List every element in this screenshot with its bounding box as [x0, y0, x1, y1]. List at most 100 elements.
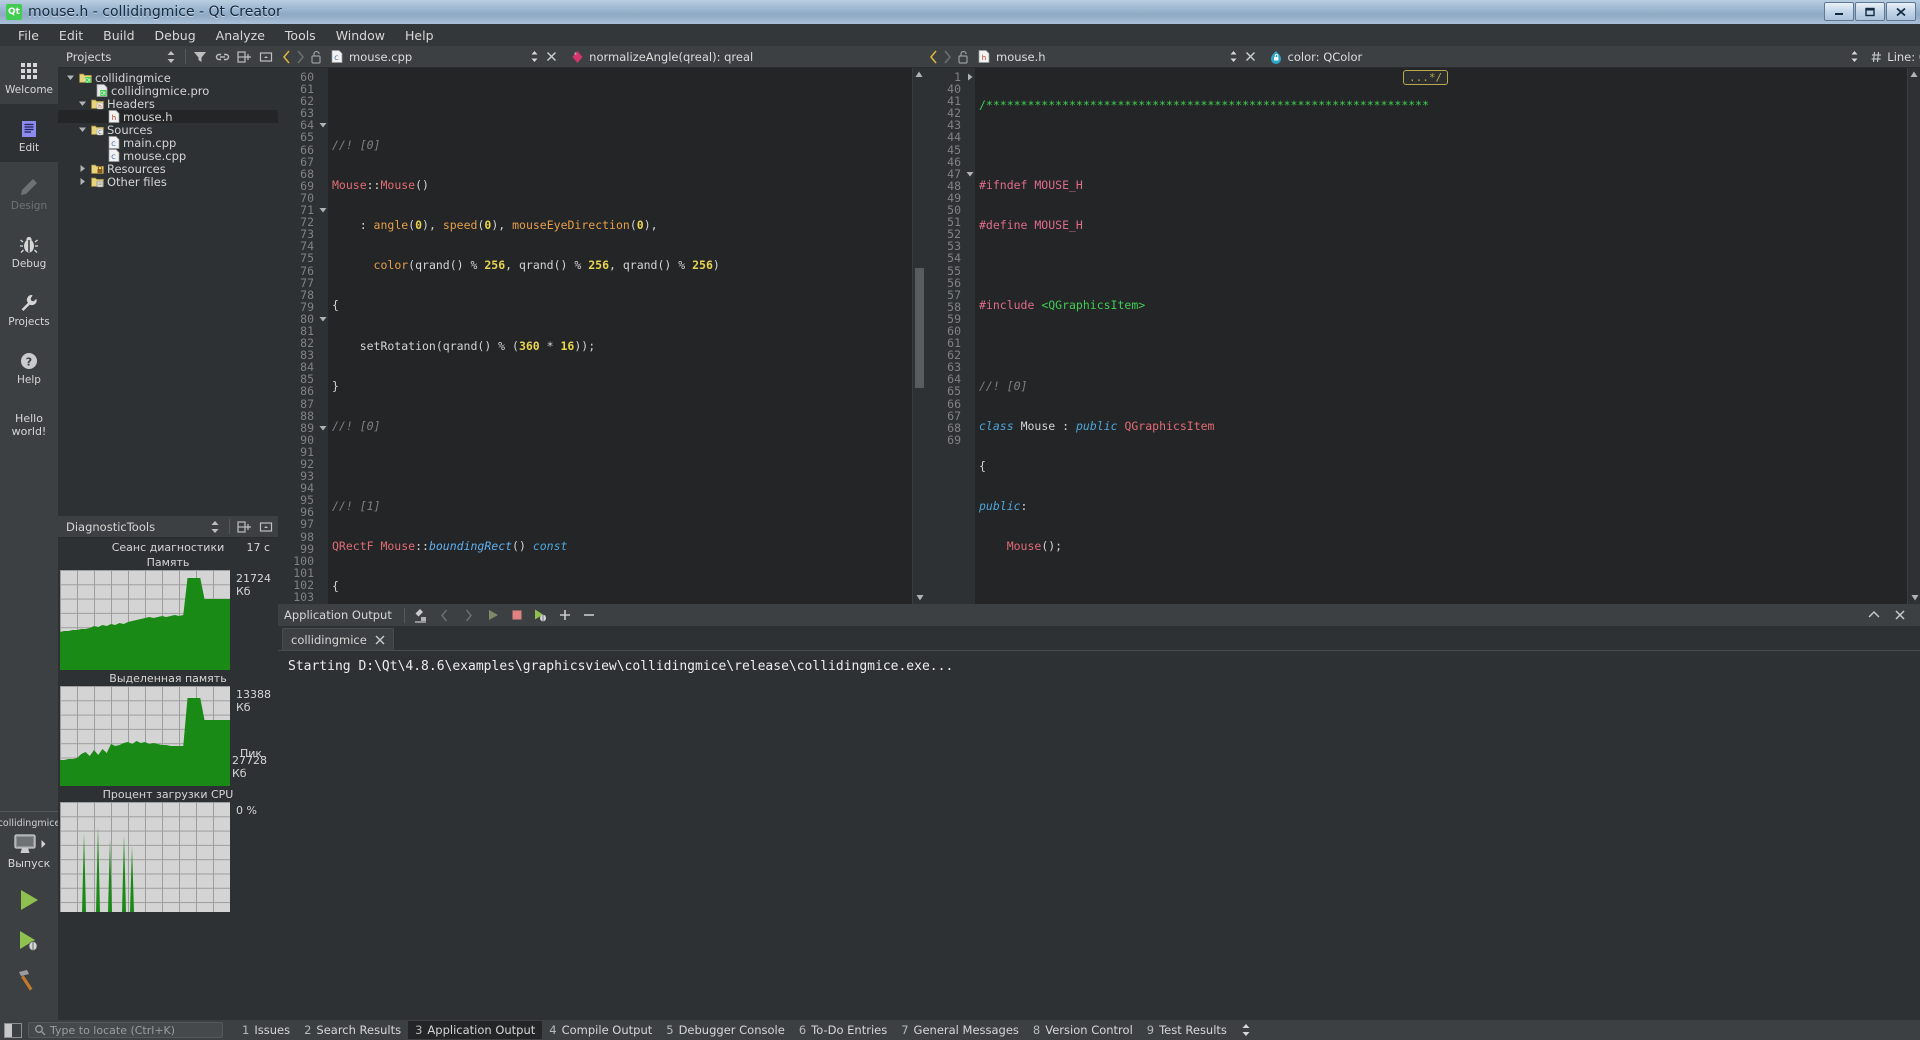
kit-selector[interactable]: collidingmice Выпуск — [0, 811, 60, 1000]
close-pane-icon[interactable] — [1892, 607, 1908, 623]
next-item-icon[interactable] — [461, 607, 477, 623]
editor-left-symbol-combo[interactable]: s normalizeAngle(qreal): qreal — [567, 48, 982, 66]
editor-left-area[interactable]: 60 61 62 63 64 65 66 67 68 69 70 71 72 73 74 75 76 77 78 7… — [278, 68, 925, 604]
status-item-application-output[interactable]: 3 Application Output — [408, 1021, 543, 1039]
editor-right-fold-column[interactable] — [965, 68, 975, 604]
scroll-up-arrow[interactable] — [1908, 68, 1920, 81]
tree-item-resources[interactable]: Resources — [58, 162, 278, 176]
split-add-icon[interactable] — [236, 49, 252, 65]
tree-item-mouse-cpp[interactable]: C mouse.cpp — [58, 149, 278, 163]
menu-analyze[interactable]: Analyze — [206, 26, 275, 45]
status-item-compile-output[interactable]: 4 Compile Output — [542, 1021, 659, 1039]
editor-right-scrollbar[interactable] — [1907, 68, 1920, 604]
editor-left-fold-column[interactable] — [318, 68, 328, 604]
chevron-right-icon[interactable] — [296, 49, 305, 65]
close-pane-icon[interactable] — [258, 49, 274, 65]
link-icon[interactable] — [214, 49, 230, 65]
close-icon[interactable] — [546, 49, 557, 65]
chevron-left-icon[interactable] — [929, 49, 938, 65]
run-button[interactable] — [16, 887, 42, 913]
close-pane-icon[interactable] — [258, 519, 274, 535]
clear-output-icon[interactable] — [413, 607, 429, 623]
minimize-button[interactable] — [1824, 2, 1854, 21]
editor-left-code[interactable]: //! [0] Mouse::Mouse() : angle(0), speed… — [328, 68, 925, 604]
zoom-in-icon[interactable] — [557, 607, 573, 623]
kit-target[interactable] — [12, 833, 47, 855]
run-icon[interactable] — [485, 607, 501, 623]
scroll-thumb[interactable] — [915, 268, 924, 388]
status-item-issues[interactable]: 1 Issues — [235, 1021, 297, 1039]
twisty-down-icon[interactable] — [76, 98, 88, 110]
tree-item-mouse-h[interactable]: h mouse.h — [58, 110, 278, 124]
chevron-updown-icon[interactable] — [530, 50, 539, 64]
tree-item-main-cpp[interactable]: C main.cpp — [58, 136, 278, 150]
locator-input[interactable]: Type to locate (Ctrl+K) — [28, 1022, 223, 1038]
fold-marker-89[interactable] — [318, 422, 328, 434]
twisty-down-icon[interactable] — [76, 124, 88, 136]
editor-left-scrollbar[interactable] — [912, 68, 925, 604]
scroll-down-arrow[interactable] — [1908, 591, 1920, 604]
scroll-down-arrow[interactable] — [913, 591, 925, 604]
unlocked-icon[interactable] — [957, 49, 969, 65]
maximize-button[interactable] — [1855, 2, 1885, 21]
status-item-search-results[interactable]: 2 Search Results — [297, 1021, 408, 1039]
mode-welcome[interactable]: Welcome — [0, 46, 58, 104]
tree-item-other-files[interactable]: Other files — [58, 175, 278, 189]
editor-right-file-combo[interactable]: h mouse.h — [974, 48, 1240, 66]
mode-help[interactable]: ? Help — [0, 336, 58, 394]
status-overflow-button[interactable] — [1234, 1021, 1258, 1039]
menu-help[interactable]: Help — [395, 26, 444, 45]
mode-edit[interactable]: Edit — [0, 104, 58, 162]
unlocked-icon[interactable] — [310, 49, 322, 65]
tree-item-collidingmice[interactable]: Qt collidingmice — [58, 71, 278, 85]
sort-chevrons-icon[interactable] — [207, 519, 223, 535]
fold-marker-80[interactable] — [318, 313, 328, 325]
sidebar-toggle-icon[interactable] — [4, 1022, 22, 1038]
menu-edit[interactable]: Edit — [49, 26, 93, 45]
status-item-todo-entries[interactable]: 6 To-Do Entries — [792, 1021, 894, 1039]
fold-marker-1[interactable] — [965, 71, 975, 83]
status-item-debugger-console[interactable]: 5 Debugger Console — [659, 1021, 792, 1039]
chevron-updown-icon[interactable] — [1850, 50, 1859, 64]
mode-projects[interactable]: Projects — [0, 278, 58, 336]
editor-right-area[interactable]: 1 40 41 42 43 44 45 46 47 48 49 50 51 52 53 54 55 56 57 58… — [925, 68, 1920, 604]
twisty-right-icon[interactable] — [76, 176, 88, 188]
menu-tools[interactable]: Tools — [275, 26, 326, 45]
chevron-right-icon[interactable] — [943, 49, 952, 65]
tree-item-headers[interactable]: h Headers — [58, 97, 278, 111]
prev-item-icon[interactable] — [437, 607, 453, 623]
editor-right-symbol-combo[interactable]: color: QColor — [1266, 48, 1862, 66]
menu-file[interactable]: File — [8, 26, 49, 45]
sort-chevrons-icon[interactable] — [163, 49, 179, 65]
run-debug-button[interactable] — [16, 927, 42, 953]
chevron-updown-icon[interactable] — [1229, 50, 1238, 64]
output-pane-tabs[interactable]: collidingmice — [278, 626, 1920, 650]
maximize-pane-icon[interactable] — [1866, 607, 1882, 623]
status-item-general-messages[interactable]: 7 General Messages — [894, 1021, 1026, 1039]
menu-window[interactable]: Window — [326, 26, 395, 45]
twisty-down-icon[interactable] — [64, 72, 76, 84]
output-tab-collidingmice[interactable]: collidingmice — [282, 628, 394, 650]
twisty-right-icon[interactable] — [76, 163, 88, 175]
close-icon[interactable] — [375, 635, 385, 645]
status-item-test-results[interactable]: 9 Test Results — [1140, 1021, 1234, 1039]
mode-debug[interactable]: Debug — [0, 220, 58, 278]
zoom-out-icon[interactable] — [581, 607, 597, 623]
split-add-icon[interactable] — [236, 519, 252, 535]
status-item-version-control[interactable]: 8 Version Control — [1026, 1021, 1140, 1039]
project-tree[interactable]: Qt collidingmice Qt collidingmice.pro h … — [58, 68, 278, 516]
folded-comment-badge[interactable]: ...*/ — [1403, 70, 1449, 85]
fold-marker-47[interactable] — [965, 168, 975, 180]
scroll-up-arrow[interactable] — [913, 68, 925, 81]
close-button[interactable] — [1886, 2, 1916, 21]
editor-right-code[interactable]: /***************************************… — [975, 68, 1920, 604]
fold-marker-64[interactable] — [318, 119, 328, 131]
editor-left-file-combo[interactable]: C mouse.cpp — [327, 48, 541, 66]
filter-icon[interactable] — [192, 49, 208, 65]
stop-icon[interactable] — [509, 607, 525, 623]
menu-debug[interactable]: Debug — [145, 26, 206, 45]
fold-marker-71[interactable] — [318, 204, 328, 216]
run-debug-icon[interactable] — [533, 607, 549, 623]
menu-build[interactable]: Build — [93, 26, 144, 45]
tree-item-collidingmice-pro[interactable]: Qt collidingmice.pro — [58, 84, 278, 98]
